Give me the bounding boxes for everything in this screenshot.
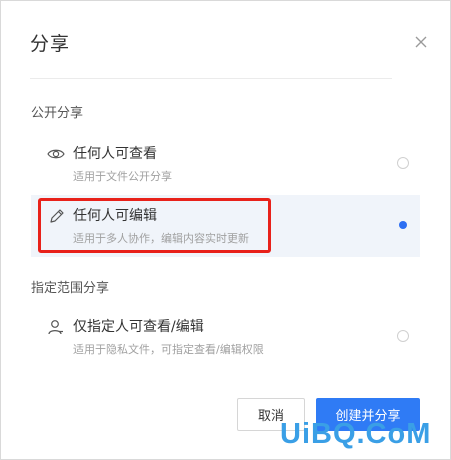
option-title: 任何人可编辑 xyxy=(73,208,157,224)
option-title: 仅指定人可查看/编辑 xyxy=(73,319,204,335)
share-dialog: 分享 公开分享 任何人可查看 适用于文件公开分享 任何人可编辑 适用于多人协作，… xyxy=(0,0,451,460)
option-description: 适用于多人协作，编辑内容实时更新 xyxy=(73,232,249,245)
pencil-icon xyxy=(50,209,64,223)
option-anyone-view[interactable]: 任何人可查看 适用于文件公开分享 xyxy=(31,133,420,195)
radio-specified-people[interactable] xyxy=(397,330,409,342)
option-anyone-edit[interactable]: 任何人可编辑 适用于多人协作，编辑内容实时更新 xyxy=(31,195,420,257)
close-icon[interactable] xyxy=(413,34,429,50)
option-title: 任何人可查看 xyxy=(73,146,157,162)
scoped-share-label: 指定范围分享 xyxy=(31,281,110,296)
public-share-label: 公开分享 xyxy=(31,106,84,121)
radio-anyone-edit[interactable] xyxy=(397,219,409,231)
title-divider xyxy=(30,78,392,79)
dialog-title: 分享 xyxy=(30,33,71,55)
option-description: 适用于隐私文件，可指定查看/编辑权限 xyxy=(73,343,264,356)
eye-icon xyxy=(47,149,65,159)
option-specified-people[interactable]: 仅指定人可查看/编辑 适用于隐私文件，可指定查看/编辑权限 xyxy=(31,306,420,368)
option-description: 适用于文件公开分享 xyxy=(73,170,172,183)
radio-anyone-view[interactable] xyxy=(397,157,409,169)
watermark-text: UiBQ.CoM xyxy=(280,418,432,450)
user-icon xyxy=(48,320,63,335)
